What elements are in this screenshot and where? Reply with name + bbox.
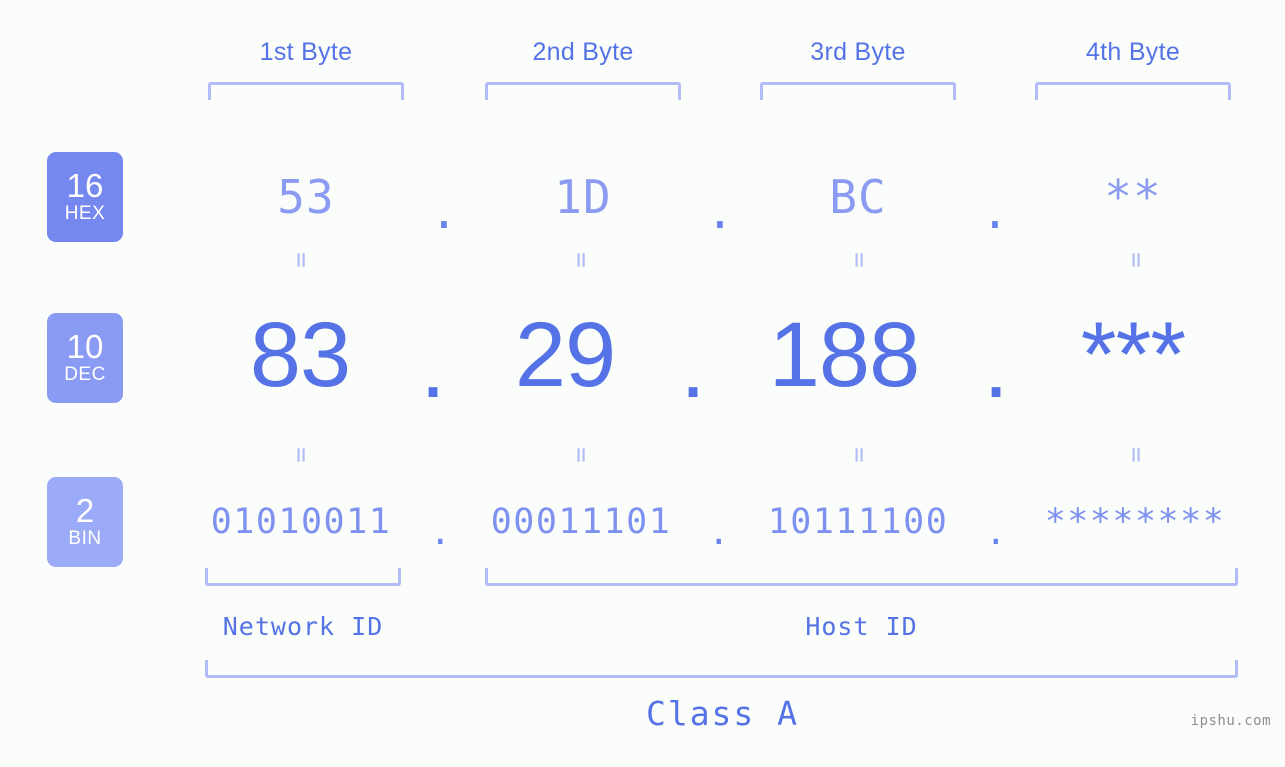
byte-4-header: 4th Byte <box>1085 38 1181 66</box>
base-badge-dec-label: DEC <box>64 364 106 385</box>
dec-octet-4: *** <box>1080 304 1186 406</box>
class-bracket <box>205 660 1238 678</box>
ip-breakdown-diagram: 1st Byte 2nd Byte 3rd Byte 4th Byte 16 H… <box>0 0 1285 767</box>
base-badge-bin-label: BIN <box>68 528 102 549</box>
byte-2-bracket <box>485 82 681 100</box>
bin-octet-2: 00011101 <box>490 502 672 542</box>
dec-octet-3: 188 <box>768 304 921 406</box>
base-badge-dec: 10 DEC <box>47 313 123 403</box>
hex-octet-3: BC <box>829 170 887 224</box>
hex-separator-2: . <box>706 185 735 239</box>
host-id-bracket <box>485 568 1238 586</box>
hex-separator-3: . <box>981 185 1010 239</box>
dec-octet-2: 29 <box>514 304 616 406</box>
bin-separator-1: . <box>429 513 453 553</box>
base-badge-hex: 16 HEX <box>47 152 123 242</box>
equals-connector-dec-bin-2: = <box>566 447 596 463</box>
base-badge-bin-number: 2 <box>75 492 95 529</box>
bin-octet-3: 10111100 <box>767 502 949 542</box>
byte-1-bracket <box>208 82 404 100</box>
base-badge-dec-number: 10 <box>66 328 104 365</box>
hex-octet-4: ** <box>1104 170 1162 224</box>
base-badge-hex-number: 16 <box>66 167 104 204</box>
byte-4-bracket <box>1035 82 1231 100</box>
hex-separator-1: . <box>430 185 459 239</box>
equals-connector-dec-bin-1: = <box>286 447 316 463</box>
byte-2-header: 2nd Byte <box>532 38 634 66</box>
network-id-bracket <box>205 568 401 586</box>
base-badge-bin: 2 BIN <box>47 477 123 567</box>
equals-connector-dec-bin-4: = <box>1121 447 1151 463</box>
dec-separator-2: . <box>680 315 706 417</box>
byte-3-bracket <box>760 82 956 100</box>
class-label: Class A <box>645 694 800 733</box>
dec-octet-1: 83 <box>249 304 351 406</box>
host-id-label: Host ID <box>805 612 918 641</box>
dec-separator-1: . <box>420 315 446 417</box>
equals-connector-hex-dec-3: = <box>844 252 874 268</box>
byte-1-header: 1st Byte <box>259 38 353 66</box>
byte-3-header: 3rd Byte <box>810 38 906 66</box>
hex-octet-1: 53 <box>277 170 335 224</box>
site-watermark: ipshu.com <box>1190 713 1271 729</box>
bin-octet-4: ******** <box>1044 502 1226 542</box>
equals-connector-hex-dec-4: = <box>1121 252 1151 268</box>
base-badge-hex-label: HEX <box>64 203 106 224</box>
equals-connector-dec-bin-3: = <box>844 447 874 463</box>
network-id-label: Network ID <box>222 612 384 641</box>
dec-separator-3: . <box>983 315 1009 417</box>
bin-octet-1: 01010011 <box>210 502 392 542</box>
equals-connector-hex-dec-1: = <box>286 252 316 268</box>
equals-connector-hex-dec-2: = <box>566 252 596 268</box>
hex-octet-2: 1D <box>554 170 612 224</box>
